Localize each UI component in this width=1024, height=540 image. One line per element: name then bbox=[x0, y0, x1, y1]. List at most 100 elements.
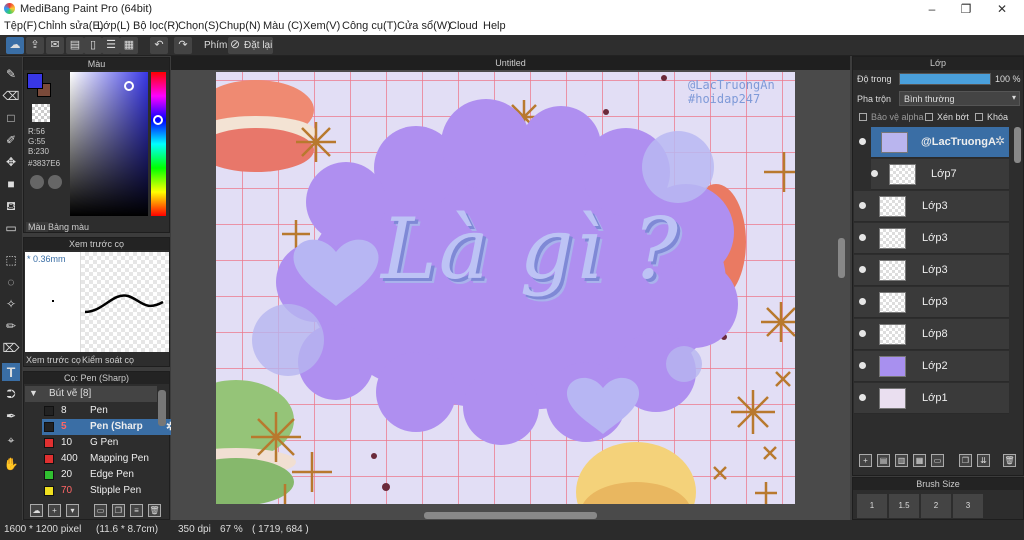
brush-item[interactable]: 10 G Pen bbox=[42, 435, 178, 451]
fill-brush-icon[interactable]: ✐ bbox=[2, 131, 20, 149]
comment-icon[interactable]: ✉ bbox=[46, 37, 64, 54]
opacity-slider[interactable] bbox=[899, 73, 991, 85]
brush-size-preset[interactable]: 3 bbox=[953, 494, 983, 518]
menu-snap[interactable]: Chụp(N) bbox=[219, 20, 261, 32]
lock-checkbox[interactable] bbox=[975, 113, 983, 121]
undo-icon[interactable]: ↶ bbox=[150, 37, 168, 54]
rectangle-fill-icon[interactable]: ■ bbox=[2, 175, 20, 193]
add-brush-icon[interactable]: ▾ bbox=[66, 504, 79, 517]
menu-layer[interactable]: Lớp(L) bbox=[97, 20, 130, 32]
saturation-value-picker[interactable] bbox=[70, 72, 148, 216]
page-icon[interactable]: ▯ bbox=[84, 37, 102, 54]
palette-icon[interactable] bbox=[30, 175, 44, 189]
redo-icon[interactable]: ↷ bbox=[174, 37, 192, 54]
move-tool-icon[interactable]: ✥ bbox=[2, 153, 20, 171]
cloud-icon[interactable]: ☁ bbox=[6, 37, 24, 54]
menu-edit[interactable]: Chỉnh sửa(E) bbox=[38, 20, 103, 32]
hue-slider-handle[interactable] bbox=[153, 115, 163, 125]
list-icon[interactable]: ☰ bbox=[102, 37, 120, 54]
new-brush-icon[interactable]: + bbox=[48, 504, 61, 517]
clipping-checkbox[interactable] bbox=[925, 113, 933, 121]
transparent-swatch[interactable] bbox=[32, 104, 50, 122]
brush-item[interactable]: 20 Edge Pen bbox=[42, 467, 178, 483]
eraser-tool-icon[interactable]: ⌫ bbox=[2, 87, 20, 105]
layer-row-selected[interactable]: @LacTruongA ✲ bbox=[871, 127, 1009, 158]
menu-filter[interactable]: Bộ lọc(R) bbox=[133, 20, 179, 32]
new-1bit-layer-icon[interactable]: ▦ bbox=[913, 454, 926, 467]
tab-brush-preview[interactable]: Xem trước cọ bbox=[26, 355, 81, 365]
layer-row[interactable]: Lớp3 bbox=[854, 223, 1009, 254]
maximize-button[interactable]: ❐ bbox=[956, 2, 976, 16]
brush-item[interactable]: 70 Stipple Pen bbox=[42, 483, 178, 499]
select-eraser-icon[interactable]: ⌦ bbox=[2, 339, 20, 357]
color-picker-handle[interactable] bbox=[124, 81, 134, 91]
visibility-eye-icon[interactable] bbox=[859, 138, 866, 145]
frame-tool-icon[interactable]: ✒ bbox=[2, 407, 20, 425]
brush-list-scrollbar[interactable] bbox=[158, 390, 166, 426]
tab-palette[interactable]: Bảng màu bbox=[48, 222, 89, 232]
visibility-eye-icon[interactable] bbox=[859, 234, 866, 241]
reset-button[interactable]: ⊘ Đặt lại bbox=[228, 37, 273, 54]
share-icon[interactable]: ⇪ bbox=[26, 37, 44, 54]
layer-row[interactable]: Lớp1 bbox=[854, 383, 1009, 414]
menu-tools[interactable]: Công cụ(T) bbox=[342, 20, 397, 32]
close-button[interactable]: ✕ bbox=[992, 2, 1012, 16]
lasso-tool-icon[interactable]: ◌ bbox=[2, 273, 20, 291]
copy-brush-icon[interactable]: ❐ bbox=[112, 504, 125, 517]
new-halftone-layer-icon[interactable]: ▤ bbox=[877, 454, 890, 467]
menu-help[interactable]: Help bbox=[483, 20, 506, 32]
trash-icon[interactable]: 🗑 bbox=[148, 504, 161, 517]
menu-view[interactable]: Xem(V) bbox=[303, 20, 340, 32]
merge-down-icon[interactable]: ⇊ bbox=[977, 454, 990, 467]
artboard[interactable]: @LacTruongAn #hoidap247 Là gì ? bbox=[216, 72, 795, 504]
color-history-icon[interactable] bbox=[48, 175, 62, 189]
canvas-vertical-scrollbar[interactable] bbox=[838, 238, 845, 278]
visibility-eye-icon[interactable] bbox=[859, 362, 866, 369]
visibility-eye-icon[interactable] bbox=[859, 394, 866, 401]
layer-list-scrollbar[interactable] bbox=[1014, 127, 1021, 163]
hue-slider[interactable] bbox=[151, 72, 166, 216]
layer-row[interactable]: Lớp7 bbox=[871, 159, 1009, 190]
brush-size-preset[interactable]: 1.5 bbox=[889, 494, 919, 518]
select-rect-icon[interactable]: ⬚ bbox=[2, 251, 20, 269]
brush-item[interactable]: 400 Mapping Pen bbox=[42, 451, 178, 467]
visibility-eye-icon[interactable] bbox=[871, 170, 878, 177]
brush-size-preset[interactable]: 2 bbox=[921, 494, 951, 518]
protect-alpha-checkbox[interactable] bbox=[859, 113, 867, 121]
trash-icon[interactable]: 🗑 bbox=[1003, 454, 1016, 467]
folder-icon[interactable]: ▭ bbox=[94, 504, 107, 517]
eyedropper-icon[interactable]: ⌖ bbox=[2, 431, 20, 449]
layer-row[interactable]: Lớp3 bbox=[854, 255, 1009, 286]
brush-group-header[interactable]: ▼ Bút vẽ [8] bbox=[25, 386, 157, 402]
menu-color[interactable]: Màu (C) bbox=[263, 20, 303, 32]
new-layer-icon[interactable]: + bbox=[859, 454, 872, 467]
collapse-triangle-icon[interactable]: ▼ bbox=[29, 388, 38, 398]
memo-icon[interactable]: ▤ bbox=[66, 37, 84, 54]
layer-row[interactable]: Lớp8 bbox=[854, 319, 1009, 350]
visibility-eye-icon[interactable] bbox=[859, 330, 866, 337]
text-tool-icon[interactable]: T bbox=[2, 363, 20, 381]
visibility-eye-icon[interactable] bbox=[859, 298, 866, 305]
menu-window[interactable]: Cửa sổ(W) bbox=[397, 20, 451, 32]
magic-wand-icon[interactable]: ✧ bbox=[2, 295, 20, 313]
new-folder-icon[interactable]: ▭ bbox=[931, 454, 944, 467]
brush-size-preset[interactable]: 1 bbox=[857, 494, 887, 518]
duplicate-layer-icon[interactable]: ❐ bbox=[959, 454, 972, 467]
new-8bit-layer-icon[interactable]: ▥ bbox=[895, 454, 908, 467]
blend-mode-select[interactable]: Bình thường ▾ bbox=[899, 91, 1020, 106]
visibility-eye-icon[interactable] bbox=[859, 202, 866, 209]
primary-color-front[interactable] bbox=[27, 73, 43, 89]
minimize-button[interactable]: – bbox=[922, 2, 942, 16]
cloud-brush-icon[interactable]: ☁ bbox=[30, 504, 43, 517]
gradient-tool-icon[interactable]: ▭ bbox=[2, 219, 20, 237]
operation-tool-icon[interactable]: ⮊ bbox=[2, 385, 20, 403]
grid-icon[interactable]: ▦ bbox=[120, 37, 138, 54]
canvas-horizontal-scrollbar[interactable] bbox=[424, 512, 597, 519]
menu-select[interactable]: Chọn(S) bbox=[178, 20, 219, 32]
menu-cloud[interactable]: Cloud bbox=[449, 20, 478, 32]
menu-file[interactable]: Tệp(F) bbox=[4, 20, 37, 32]
settings-gear-icon[interactable]: ✲ bbox=[995, 134, 1005, 148]
layer-row[interactable]: Lớp2 bbox=[854, 351, 1009, 382]
layer-row[interactable]: Lớp3 bbox=[854, 287, 1009, 318]
document-tab[interactable]: Untitled bbox=[171, 56, 850, 70]
